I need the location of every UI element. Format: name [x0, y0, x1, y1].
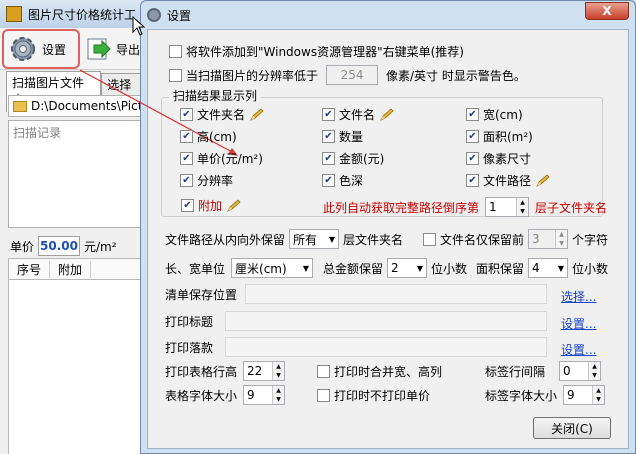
column-option[interactable]: ✔ 文件名	[322, 106, 395, 123]
column-label: 文件名	[339, 108, 376, 122]
column-checkbox[interactable]: ✔	[466, 130, 479, 143]
column-checkbox[interactable]: ✔	[322, 152, 335, 165]
column-label: 文件夹名	[197, 108, 246, 122]
annotation-arrow	[79, 69, 238, 156]
column-checkbox[interactable]: ✔	[466, 152, 479, 165]
column-option[interactable]: ✔ 面积(m²)	[466, 128, 533, 145]
column-option[interactable]: ✔ 分辨率	[180, 172, 233, 189]
column-checkbox[interactable]: ✔	[466, 174, 479, 187]
mouse-cursor-icon	[132, 16, 146, 36]
column-label: 数量	[339, 130, 364, 144]
column-label: 宽(cm)	[483, 108, 523, 122]
column-option[interactable]: ✔ 宽(cm)	[466, 106, 523, 123]
column-label: 高(cm)	[197, 130, 237, 144]
column-label: 面积(m²)	[483, 130, 533, 144]
column-option[interactable]: ✔ 金额(元)	[322, 150, 384, 167]
column-label: 单价(元/m²)	[197, 152, 263, 166]
column-option[interactable]: ✔ 文件路径	[466, 172, 551, 189]
column-option[interactable]: ✔ 高(cm)	[180, 128, 237, 145]
column-option[interactable]: ✔ 单价(元/m²)	[180, 150, 263, 167]
column-label: 金额(元)	[339, 152, 385, 166]
column-option[interactable]: ✔ 像素尺寸	[466, 150, 531, 167]
pencil-icon[interactable]	[535, 173, 551, 188]
column-checkbox[interactable]: ✔	[322, 174, 335, 187]
column-option[interactable]: ✔ 文件夹名	[180, 106, 265, 123]
column-label: 文件路径	[483, 174, 532, 188]
pencil-icon[interactable]	[379, 107, 395, 122]
column-option[interactable]: ✔ 色深	[322, 172, 363, 189]
column-checkbox[interactable]: ✔	[180, 152, 193, 165]
column-checkbox[interactable]: ✔	[180, 108, 193, 121]
column-checkbox[interactable]: ✔	[180, 130, 193, 143]
column-checkbox[interactable]: ✔	[322, 130, 335, 143]
column-checkbox[interactable]: ✔	[180, 174, 193, 187]
column-checkbox[interactable]: ✔	[322, 108, 335, 121]
pencil-icon[interactable]	[249, 107, 265, 122]
column-option[interactable]: ✔ 数量	[322, 128, 363, 145]
column-label: 色深	[339, 174, 364, 188]
column-label: 像素尺寸	[483, 152, 532, 166]
column-checkbox[interactable]: ✔	[466, 108, 479, 121]
column-label: 分辨率	[197, 174, 234, 188]
